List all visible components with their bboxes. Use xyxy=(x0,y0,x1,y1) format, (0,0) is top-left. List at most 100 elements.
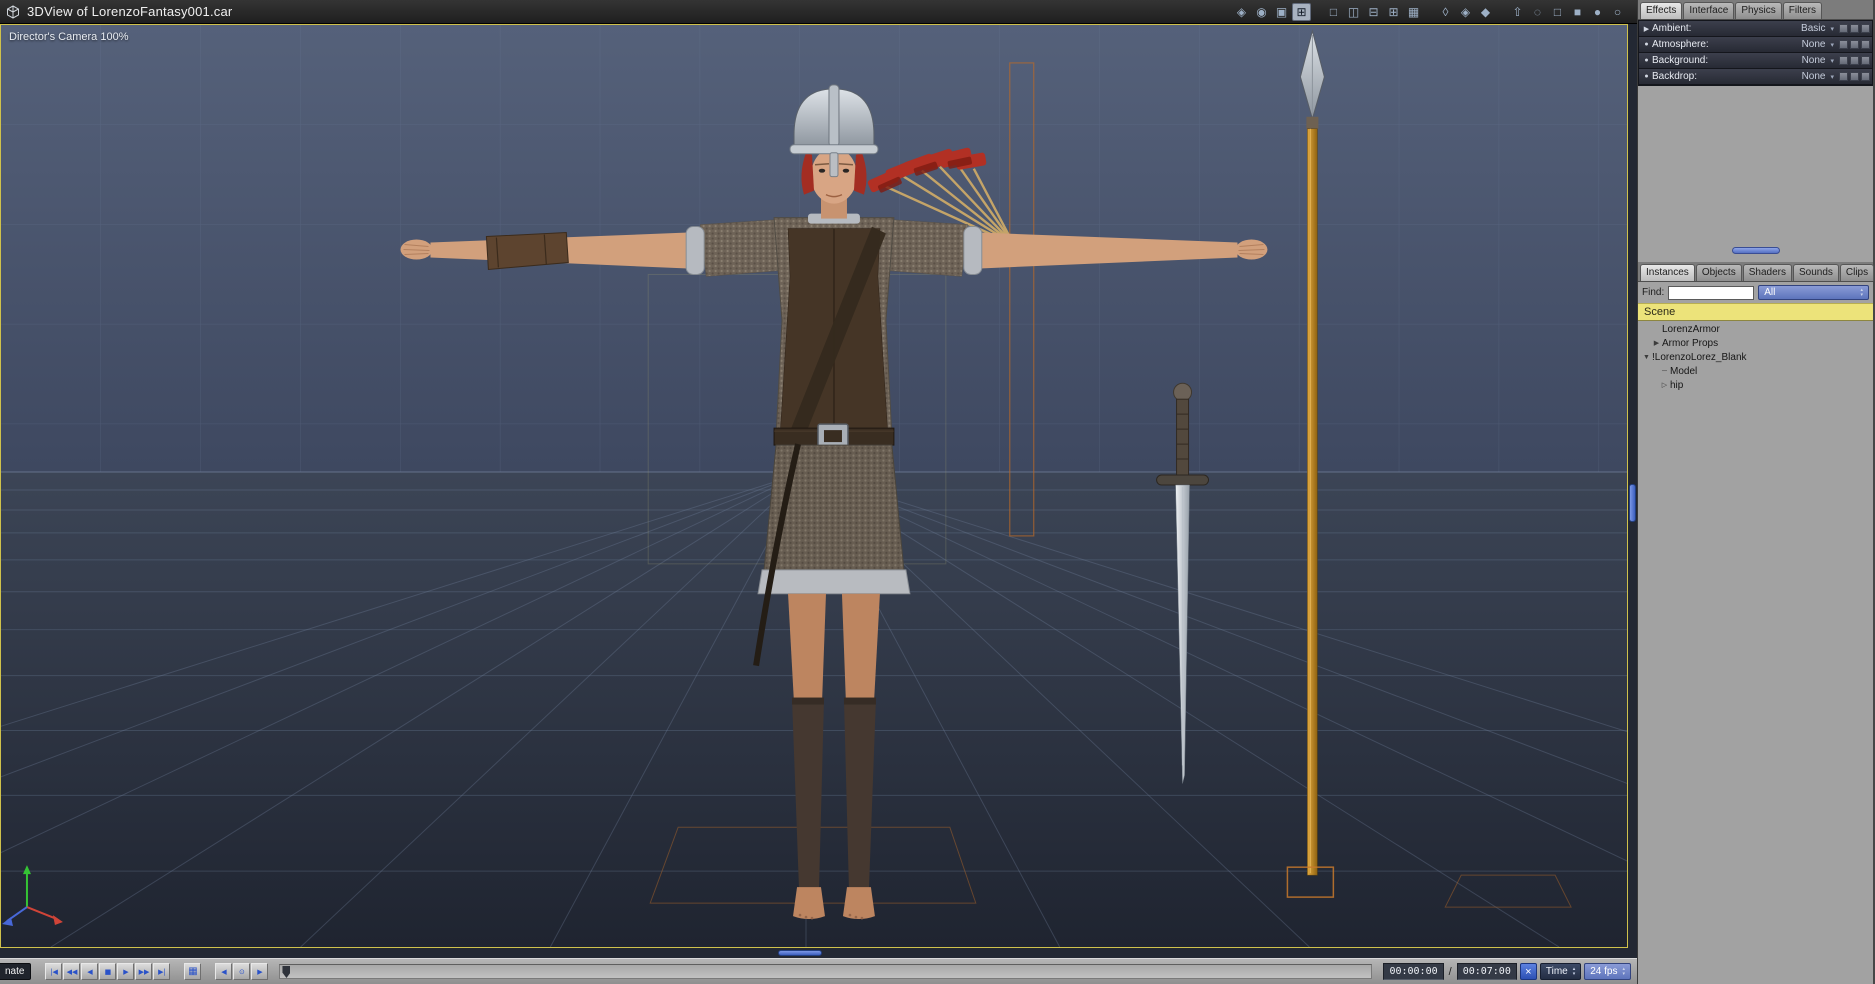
layout-split-horizontal-icon[interactable]: ⊟ xyxy=(1364,3,1383,21)
property-value[interactable]: None xyxy=(1802,55,1826,66)
layout-grid-icon[interactable]: ▦ xyxy=(1404,3,1423,21)
camera-capture-icon[interactable]: ▣ xyxy=(1272,3,1291,21)
row-action-button[interactable] xyxy=(1850,72,1859,81)
row-action-button[interactable] xyxy=(1850,40,1859,49)
transport-controls: |◀ ◀◀ ◀ ■ ▶ ▶▶ ▶| xyxy=(45,963,171,980)
shield-high-icon[interactable]: ◆ xyxy=(1476,3,1495,21)
play-button[interactable]: ▶ xyxy=(117,963,135,980)
solid-cube-icon[interactable]: ■ xyxy=(1568,3,1587,21)
3d-viewport[interactable]: Director's Camera 100% xyxy=(0,24,1628,948)
property-row-ambient[interactable]: ▶ Ambient: Basic ▾ xyxy=(1639,21,1872,36)
viewport-vertical-scrollbar[interactable] xyxy=(1628,24,1637,948)
layout-split-vertical-icon[interactable]: ◫ xyxy=(1344,3,1363,21)
play-reverse-button[interactable]: ◀ xyxy=(81,963,99,980)
scene-canvas[interactable] xyxy=(1,25,1627,947)
chevron-down-icon[interactable]: ▾ xyxy=(1830,41,1834,49)
layout-single-pane-icon[interactable]: □ xyxy=(1324,3,1343,21)
row-action-button[interactable] xyxy=(1839,56,1848,65)
row-action-button[interactable] xyxy=(1861,56,1870,65)
property-label: Atmosphere: xyxy=(1652,39,1709,50)
horizontal-scroll-thumb[interactable] xyxy=(778,950,822,956)
chevron-down-icon[interactable]: ▾ xyxy=(1830,73,1834,81)
frame-rate-dropdown[interactable]: 24 fps ▴ ▾ xyxy=(1584,963,1631,980)
bounding-box-icon[interactable]: ◌ xyxy=(1528,3,1547,21)
grid-view-icon[interactable]: ⊞ xyxy=(1292,2,1311,21)
close-timeline-button[interactable]: × xyxy=(1519,963,1537,980)
tree-item-model[interactable]: ─ Model xyxy=(1638,364,1873,378)
row-action-button[interactable] xyxy=(1850,24,1859,33)
row-action-button[interactable] xyxy=(1839,72,1848,81)
chevron-down-icon[interactable]: ▾ xyxy=(1830,57,1834,65)
next-keyframe-button[interactable]: ▶ xyxy=(251,963,269,980)
filter-dropdown[interactable]: All ▴ ▾ xyxy=(1758,285,1869,300)
shield-mid-icon[interactable]: ◈ xyxy=(1456,3,1475,21)
scene-effects-properties: ▶ Ambient: Basic ▾ ● Atmosphere: None ▾ xyxy=(1638,20,1873,86)
tree-item-hip[interactable]: ▷ hip xyxy=(1638,378,1873,392)
layout-quad-icon[interactable]: ⊞ xyxy=(1384,3,1403,21)
row-action-button[interactable] xyxy=(1850,56,1859,65)
property-row-background[interactable]: ● Background: None ▾ xyxy=(1639,53,1872,68)
expander-icon[interactable]: ▶ xyxy=(1651,339,1662,347)
row-action-button[interactable] xyxy=(1861,72,1870,81)
expander-icon[interactable]: ▷ xyxy=(1659,381,1670,389)
splitter-handle-icon[interactable] xyxy=(1731,246,1780,254)
viewport-toolbar-icons: ◈ ◉ ▣ ⊞ □ ◫ ⊟ ⊞ ▦ ◊ ◈ ◆ ⇧ ◌ □ ■ ● ○ xyxy=(1232,2,1631,21)
row-action-button[interactable] xyxy=(1861,40,1870,49)
current-time-field[interactable]: 00:00:00 xyxy=(1383,963,1444,980)
go-to-end-button[interactable]: ▶| xyxy=(153,963,171,980)
scene-tree-header[interactable]: Scene xyxy=(1638,303,1873,321)
animate-toggle-button[interactable]: nate xyxy=(0,963,32,980)
tree-item-lorenzarmor[interactable]: LorenzArmor xyxy=(1638,322,1873,336)
vertical-scroll-thumb[interactable] xyxy=(1629,484,1636,522)
expander-icon[interactable]: ▼ xyxy=(1641,354,1652,361)
find-input[interactable] xyxy=(1668,285,1755,300)
property-row-backdrop[interactable]: ● Backdrop: None ▾ xyxy=(1639,69,1872,84)
add-keyframe-button[interactable]: ⊙ xyxy=(233,963,251,980)
property-value[interactable]: None xyxy=(1802,39,1826,50)
row-action-button[interactable] xyxy=(1839,24,1848,33)
tab-objects[interactable]: Objects xyxy=(1695,264,1742,281)
tab-shaders[interactable]: Shaders xyxy=(1742,264,1792,281)
tab-physics[interactable]: Physics xyxy=(1735,2,1782,19)
row-action-button[interactable] xyxy=(1861,24,1870,33)
stop-button[interactable]: ■ xyxy=(99,963,117,980)
tree-item-lorenzolorez-blank[interactable]: ▼ !LorenzoLorez_Blank xyxy=(1638,350,1873,364)
tab-sounds[interactable]: Sounds xyxy=(1792,264,1839,281)
track-tool-icon[interactable]: ◈ xyxy=(1232,3,1251,21)
tab-instances[interactable]: Instances xyxy=(1640,264,1695,281)
animation-toolbar: nate |◀ ◀◀ ◀ ■ ▶ ▶▶ ▶| ▦ ◀ ⊙ ▶ 00:00:00 / 00:07:… xyxy=(0,958,1637,984)
row-action-button[interactable] xyxy=(1839,40,1848,49)
end-time-field[interactable]: 00:07:00 xyxy=(1456,963,1517,980)
send-to-icon[interactable]: ⇧ xyxy=(1508,3,1527,21)
render-frame-button[interactable]: ▦ xyxy=(184,963,202,980)
go-to-start-button[interactable]: |◀ xyxy=(45,963,63,980)
playhead-marker[interactable] xyxy=(282,966,291,978)
dropdown-arrows-icon: ▴ ▾ xyxy=(1572,966,1576,977)
rewind-button[interactable]: ◀◀ xyxy=(63,963,81,980)
tab-clips[interactable]: Clips xyxy=(1839,264,1875,281)
tab-interface[interactable]: Interface xyxy=(1683,2,1735,19)
disclosure-icon[interactable]: ● xyxy=(1641,73,1652,80)
panel-splitter[interactable] xyxy=(1638,244,1873,256)
shaded-sphere-icon[interactable]: ● xyxy=(1588,3,1607,21)
eye-icon[interactable]: ◉ xyxy=(1252,3,1271,21)
tree-item-armor-props[interactable]: ▶ Armor Props xyxy=(1638,336,1873,350)
disclosure-icon[interactable]: ▶ xyxy=(1641,25,1652,33)
property-row-atmosphere[interactable]: ● Atmosphere: None ▾ xyxy=(1639,37,1872,52)
tab-effects[interactable]: Effects xyxy=(1640,2,1683,19)
property-value[interactable]: Basic xyxy=(1801,23,1825,34)
disclosure-icon[interactable]: ● xyxy=(1641,41,1652,48)
shield-low-icon[interactable]: ◊ xyxy=(1436,3,1455,21)
property-value[interactable]: None xyxy=(1802,71,1826,82)
tab-filters[interactable]: Filters xyxy=(1782,2,1822,19)
viewport-horizontal-scrollbar[interactable] xyxy=(0,948,1637,958)
chevron-down-icon[interactable]: ▾ xyxy=(1830,25,1834,33)
disclosure-icon[interactable]: ● xyxy=(1641,57,1652,64)
textured-sphere-icon[interactable]: ○ xyxy=(1608,3,1627,21)
wireframe-cube-icon[interactable]: □ xyxy=(1548,3,1567,21)
fast-forward-button[interactable]: ▶▶ xyxy=(135,963,153,980)
expander-icon[interactable]: ─ xyxy=(1659,368,1670,375)
previous-keyframe-button[interactable]: ◀ xyxy=(215,963,233,980)
timeline-scrubber[interactable] xyxy=(279,964,1373,979)
time-mode-dropdown[interactable]: Time ▴ ▾ xyxy=(1539,963,1582,980)
